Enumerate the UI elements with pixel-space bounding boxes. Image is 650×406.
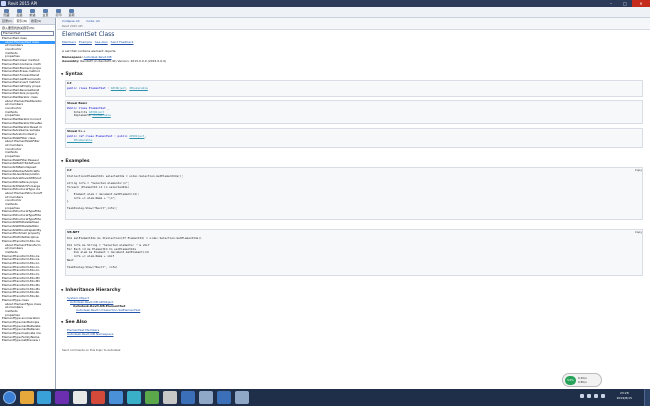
- system-tray-icons[interactable]: [580, 394, 605, 398]
- nav-tabs: 目录(C) 索引(N) 搜索(S): [0, 18, 55, 25]
- collapse-icon: ▼: [61, 72, 64, 76]
- close-button[interactable]: ✕: [632, 0, 650, 7]
- show-desktop-button[interactable]: [644, 389, 650, 406]
- namespace-seealso-link[interactable]: Autodesk.Revit.DB Namespace: [67, 332, 113, 336]
- home-button[interactable]: 主页: [39, 7, 52, 18]
- document-taskbar-icon[interactable]: [73, 391, 87, 404]
- index-item[interactable]: ElementType.GetPreview I: [0, 339, 55, 343]
- class-description: A set that contains element objects.: [62, 49, 117, 53]
- app-icon: [1, 1, 6, 6]
- page-title: ElementSet Class: [62, 31, 115, 38]
- help-toolbar: 隐藏 后退 前进 主页 打印 选项: [0, 7, 650, 18]
- collapse-all-link[interactable]: Collapse All: [62, 19, 79, 23]
- tab-contents[interactable]: 目录(C): [0, 18, 14, 24]
- app2-taskbar-icon[interactable]: [109, 391, 123, 404]
- copy-cs-button[interactable]: Copy: [635, 168, 642, 172]
- topic-header-strip: Collapse All Code: All Revit 2015 API: [57, 18, 650, 30]
- app5-taskbar-icon[interactable]: [163, 391, 177, 404]
- example-vb-label: VB.NET: [67, 230, 80, 234]
- see-also-link[interactable]: See Also: [95, 40, 108, 44]
- index-list: ElementSet class about ElementSet class al…: [0, 37, 55, 343]
- inheritance-list: System.Object Autodesk.Revit.DB.APIObjec…: [67, 296, 140, 312]
- app-taskbar-icon[interactable]: [91, 391, 105, 404]
- code-line: TaskDialog.Show("Revit",info);: [67, 206, 118, 211]
- keyword-input[interactable]: ElementSet: [1, 31, 54, 36]
- help-taskbar-icon[interactable]: [199, 391, 213, 404]
- copy-vb-button[interactable]: Copy: [635, 230, 642, 234]
- examples-heading[interactable]: ▼ Examples: [61, 159, 90, 164]
- feedback-footer[interactable]: Send comments on this topic to Autodesk: [62, 348, 120, 352]
- tab-index[interactable]: 索引(N): [14, 18, 30, 24]
- code-line: TaskDialog.Show("Revit", info): [67, 264, 118, 269]
- clock-date: 2019/8/15: [616, 396, 632, 400]
- example-cs-label: C#: [67, 168, 72, 172]
- example-link[interactable]: Example: [79, 40, 92, 44]
- example-cs-code: ICollection<ElementId> selectedIds = uid…: [67, 174, 184, 211]
- window-title: Revit 2015 API: [8, 1, 38, 6]
- back-button[interactable]: 后退: [13, 7, 26, 18]
- navigation-pane: 目录(C) 索引(N) 搜索(S) 键入要查找的关键字(W): ElementS…: [0, 18, 56, 389]
- tab-search[interactable]: 搜索(S): [29, 18, 43, 24]
- see-also-heading[interactable]: ▼ See Also: [61, 320, 87, 325]
- forward-button[interactable]: 前进: [26, 7, 39, 18]
- inheritance-derived-link[interactable]: Autodesk.Revit.UI.Selection.SelElementSe…: [67, 308, 140, 312]
- network-speed-widget[interactable]: 54% 0.2K/s 0.8K/s: [562, 373, 602, 387]
- code-line: ICollection<ElementId> selectedIds = uid…: [67, 174, 184, 178]
- app3-taskbar-icon[interactable]: [127, 391, 141, 404]
- example-vb-code: Dim selElementIds As ICollection(Of Elem…: [67, 236, 202, 269]
- syntax-cs-label: C#: [67, 81, 72, 85]
- download-speed: 0.8K/s: [578, 380, 587, 384]
- syntax-cpp-code: public ref class ElementSet : public API…: [67, 134, 147, 142]
- syntax-heading[interactable]: ▼ Syntax: [61, 72, 83, 77]
- start-button[interactable]: [3, 391, 16, 404]
- collapse-icon: ▼: [61, 320, 64, 324]
- options-button[interactable]: 选项: [65, 7, 78, 18]
- members-link[interactable]: Members: [62, 40, 76, 44]
- code-all-link[interactable]: Code: All: [86, 19, 99, 23]
- minimize-button[interactable]: –: [604, 0, 618, 7]
- see-also-list: ElementSet Members Autodesk.Revit.DB Nam…: [67, 328, 113, 336]
- syntax-cpp-label: Visual C++: [67, 129, 86, 133]
- usage-ball: 54%: [565, 376, 576, 385]
- maximize-button[interactable]: □: [618, 0, 632, 7]
- send-feedback-link[interactable]: Send Feedback: [111, 40, 134, 44]
- assembly-label: Assembly:: [62, 59, 80, 63]
- assembly-value: RevitAPI (in RevitAPI.dll) Version: 2015…: [80, 59, 167, 63]
- api-version: Revit 2015 API: [62, 24, 83, 28]
- clock[interactable]: 23:28 2019/8/15: [617, 391, 632, 401]
- topic-content: Collapse All Code: All Revit 2015 API El…: [57, 18, 650, 389]
- syntax-vb-code: Public Class ElementSet _ Inherits APIOb…: [67, 106, 111, 118]
- code-line: Dim selElementIds As ICollection(Of Elem…: [67, 236, 202, 240]
- print-button[interactable]: 打印: [52, 7, 65, 18]
- app4-taskbar-icon[interactable]: [145, 391, 159, 404]
- title-bar: Revit 2015 API – □ ✕: [0, 0, 650, 7]
- syntax-vb-label: Visual Basic: [67, 101, 88, 105]
- collapse-icon: ▼: [61, 288, 64, 292]
- folder-taskbar-icon[interactable]: [20, 391, 34, 404]
- syntax-vb-box: [65, 100, 643, 124]
- hide-button[interactable]: 隐藏: [0, 7, 13, 18]
- inheritance-heading[interactable]: ▼ Inheritance Hierarchy: [61, 288, 121, 293]
- visual-studio-taskbar-icon[interactable]: [55, 391, 69, 404]
- collapse-icon: ▼: [61, 159, 64, 163]
- syntax-cs-code: public class ElementSet : APIObject, IEn…: [67, 86, 148, 90]
- browser-taskbar-icon[interactable]: [37, 391, 51, 404]
- taskbar: 23:28 2019/8/15: [0, 389, 650, 406]
- syntax-cs-box: [65, 80, 643, 97]
- help2-taskbar-icon[interactable]: [235, 391, 249, 404]
- revit2-taskbar-icon[interactable]: [217, 391, 231, 404]
- revit-taskbar-icon[interactable]: [181, 391, 195, 404]
- syntax-cpp-box: [65, 128, 643, 148]
